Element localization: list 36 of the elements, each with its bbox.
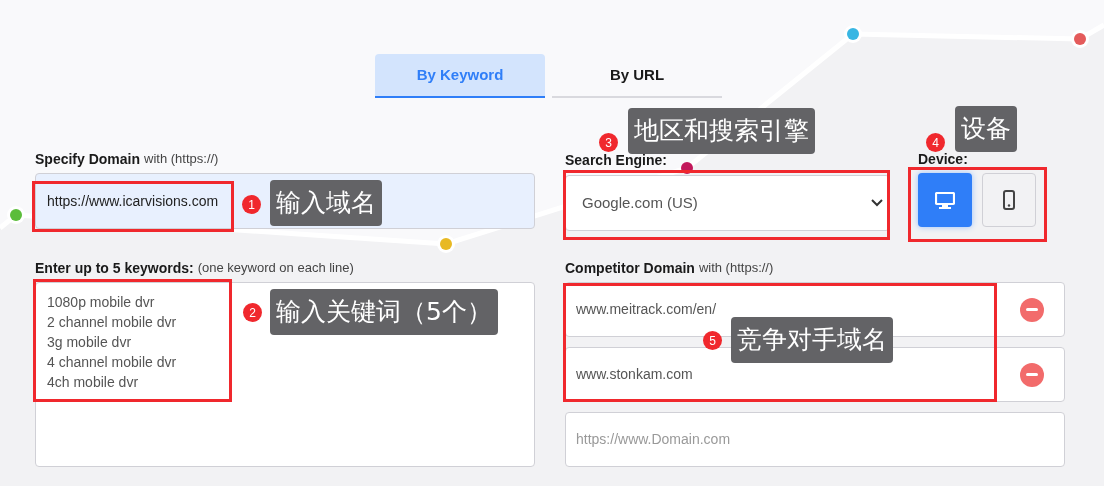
phone-icon [1003,190,1015,210]
callout-label: 竞争对手域名 [731,317,893,363]
callout-label: 输入关键词（5个） [270,289,498,335]
graph-dot [437,235,455,253]
keyword-line: 2 channel mobile dvr [47,313,177,332]
chevron-down-icon [871,199,883,207]
graph-dot [7,206,25,224]
field-hint: with (https://) [698,259,774,278]
search-engine-select[interactable]: Google.com (US) [565,175,890,231]
callout-label: 输入域名 [270,180,382,226]
keyword-line: 1080p mobile dvr [47,293,155,312]
field-hint: (one keyword on each line) [197,259,354,278]
keyword-line: 4 channel mobile dvr [47,353,177,372]
graph-dot [681,162,693,174]
step-badge: 3 [599,133,618,152]
remove-button[interactable] [1020,297,1044,322]
graph-dot [1071,30,1089,48]
graph-dot [844,25,862,43]
mobile-button[interactable] [982,173,1036,227]
desktop-button[interactable] [918,173,972,227]
field-value: www.stonkam.com [576,365,693,384]
search-engine-label: Search Engine: [565,151,667,170]
competitor-label: Competitor Domain [565,258,695,278]
remove-button[interactable] [1020,362,1044,387]
field-hint: with (https://) [144,150,219,169]
callout-label: 设备 [955,106,1017,152]
domain-label: Specify Domain [35,149,141,169]
keyword-line: 4ch mobile dvr [47,373,139,392]
field-placeholder: https://www.Domain.com [576,430,731,449]
callout-label: 地区和搜索引擎 [628,108,815,154]
device-label: Device: [918,150,969,169]
field-value: www.meitrack.com/en/ [576,300,717,319]
keywords-label: Enter up to 5 keywords: [35,258,194,278]
monitor-icon [935,191,955,209]
tab[interactable]: By URL [552,54,722,98]
keyword-line: 3g mobile dvr [47,333,132,352]
